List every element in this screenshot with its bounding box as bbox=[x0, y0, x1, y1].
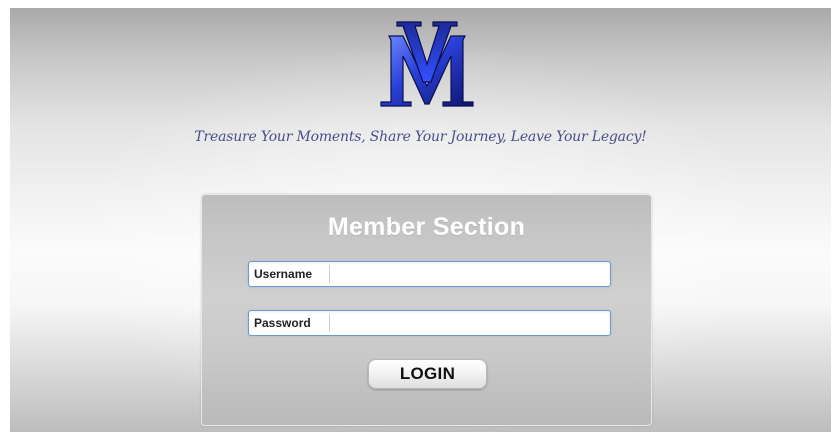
panel-title: Member Section bbox=[327, 213, 526, 241]
username-label: Username bbox=[249, 265, 330, 283]
member-login-panel: Member Section Username Password LOGIN bbox=[201, 194, 652, 426]
vm-logo bbox=[380, 21, 474, 107]
password-label: Password bbox=[249, 314, 330, 332]
page: Treasure Your Moments, Share Your Journe… bbox=[0, 0, 838, 432]
username-input[interactable] bbox=[330, 263, 610, 285]
login-button[interactable]: LOGIN bbox=[368, 359, 487, 389]
password-field[interactable]: Password bbox=[248, 310, 611, 336]
tagline: Treasure Your Moments, Share Your Journe… bbox=[194, 129, 647, 145]
login-page-background: Treasure Your Moments, Share Your Journe… bbox=[10, 8, 831, 432]
password-input[interactable] bbox=[330, 312, 610, 334]
username-field[interactable]: Username bbox=[248, 261, 611, 287]
